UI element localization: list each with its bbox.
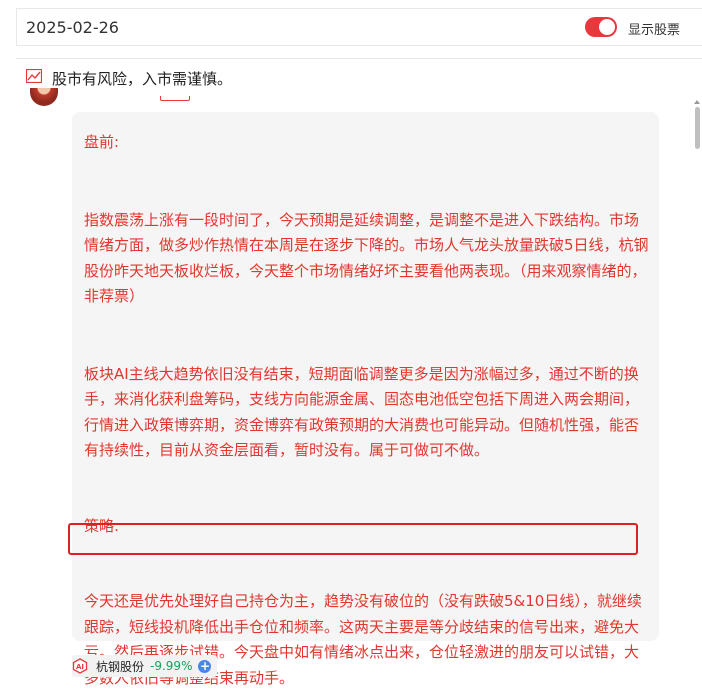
scrollbar[interactable] [692,97,702,677]
show-stocks-toggle[interactable] [585,17,617,37]
plus-circle-icon[interactable]: + [198,659,212,673]
sector-analysis-paragraph: 板块AI主线大趋势依旧没有结束，短期面临调整更多是因为涨幅过多，通过不断的换手，… [84,364,640,460]
stock-tag[interactable]: AI 杭钢股份 -9.99% + [72,655,218,677]
avatar[interactable] [30,88,58,106]
stock-change: -9.99% [150,659,193,673]
scroll-thumb[interactable] [695,107,700,149]
date-display[interactable]: 2025-02-26 [26,18,119,37]
post-content: 盘前: 指数震荡上涨有一段时间了，今天预期是延续调整，是调整不是进入下跌结构。市… [72,112,659,687]
user-badge [160,96,190,101]
toggle-knob [599,19,615,35]
svg-text:AI: AI [76,663,84,671]
risk-notice-text: 股市有风险，入市需谨慎。 [52,70,233,88]
premarket-heading: 盘前: [84,133,120,151]
show-stocks-label[interactable]: 显示股票 [628,19,680,38]
date-toolbar: 2025-02-26 显示股票 [16,8,702,46]
ai-icon: AI [72,658,88,674]
risk-notice: 股市有风险，入市需谨慎。 [16,58,702,96]
market-analysis-paragraph: 指数震荡上涨有一段时间了，今天预期是延续调整，是调整不是进入下跌结构。市场情绪方… [84,210,649,306]
highlight-annotation-box [68,523,638,555]
chart-icon [26,69,42,83]
scroll-up-icon[interactable] [694,100,700,104]
stock-name[interactable]: 杭钢股份 [96,658,144,675]
